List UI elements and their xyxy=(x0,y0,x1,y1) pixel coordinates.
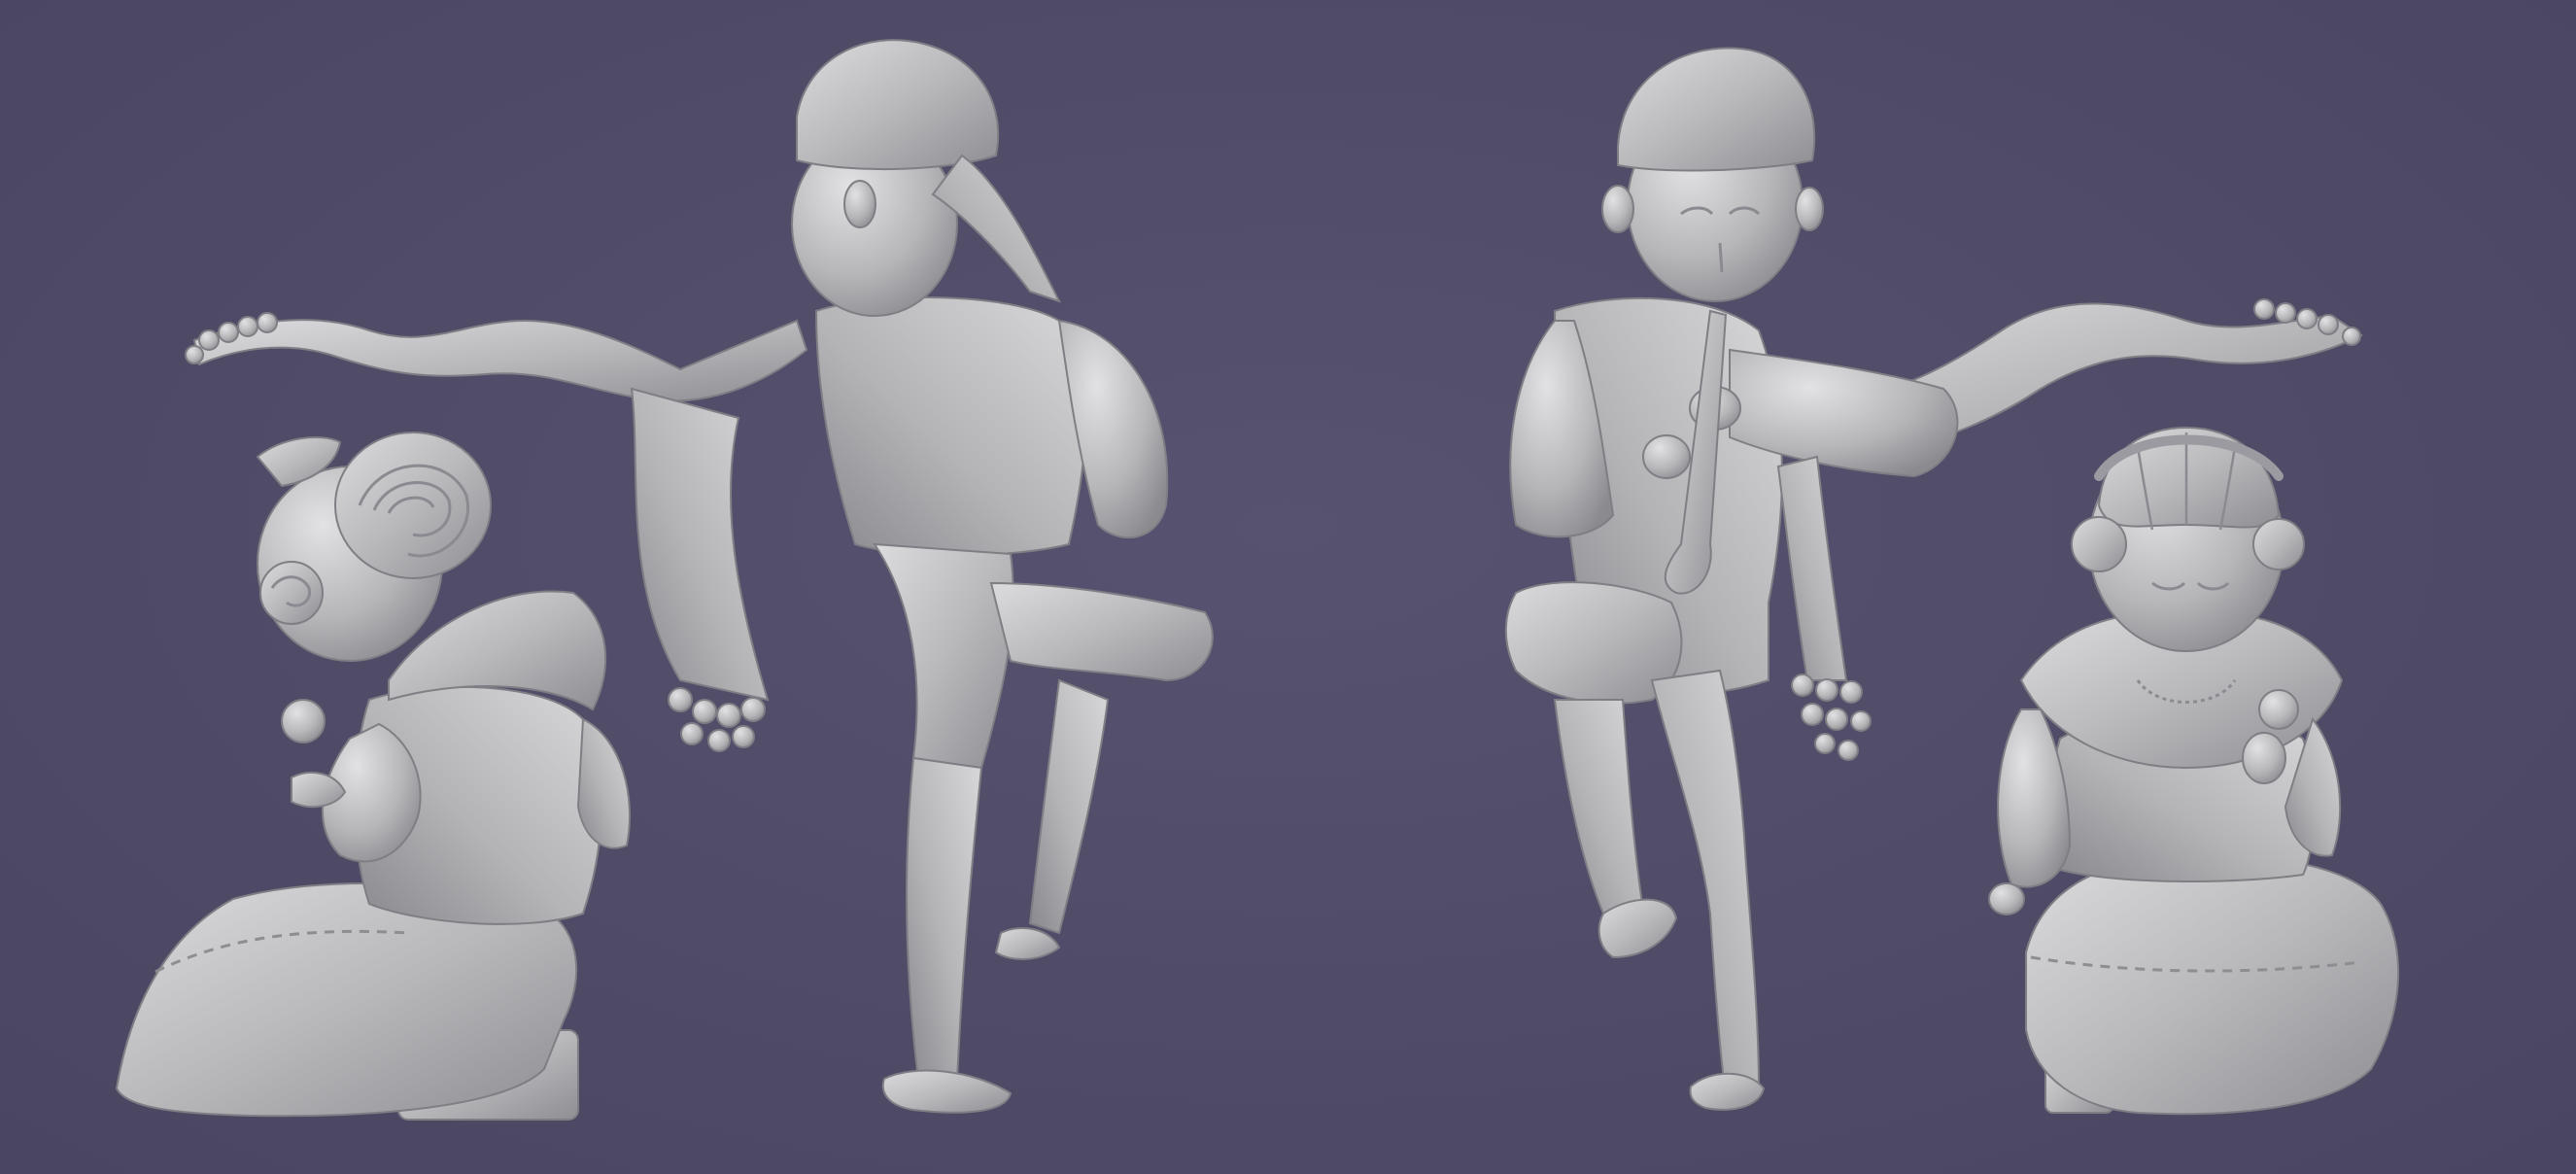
apple-left xyxy=(281,699,326,743)
3d-viewport[interactable] xyxy=(0,0,2576,1174)
sculpture-render xyxy=(115,39,2400,1121)
seated-girl-front-figure xyxy=(1988,426,2400,1116)
seated-girl-back-figure xyxy=(115,432,631,1121)
apple-right xyxy=(2258,689,2299,730)
